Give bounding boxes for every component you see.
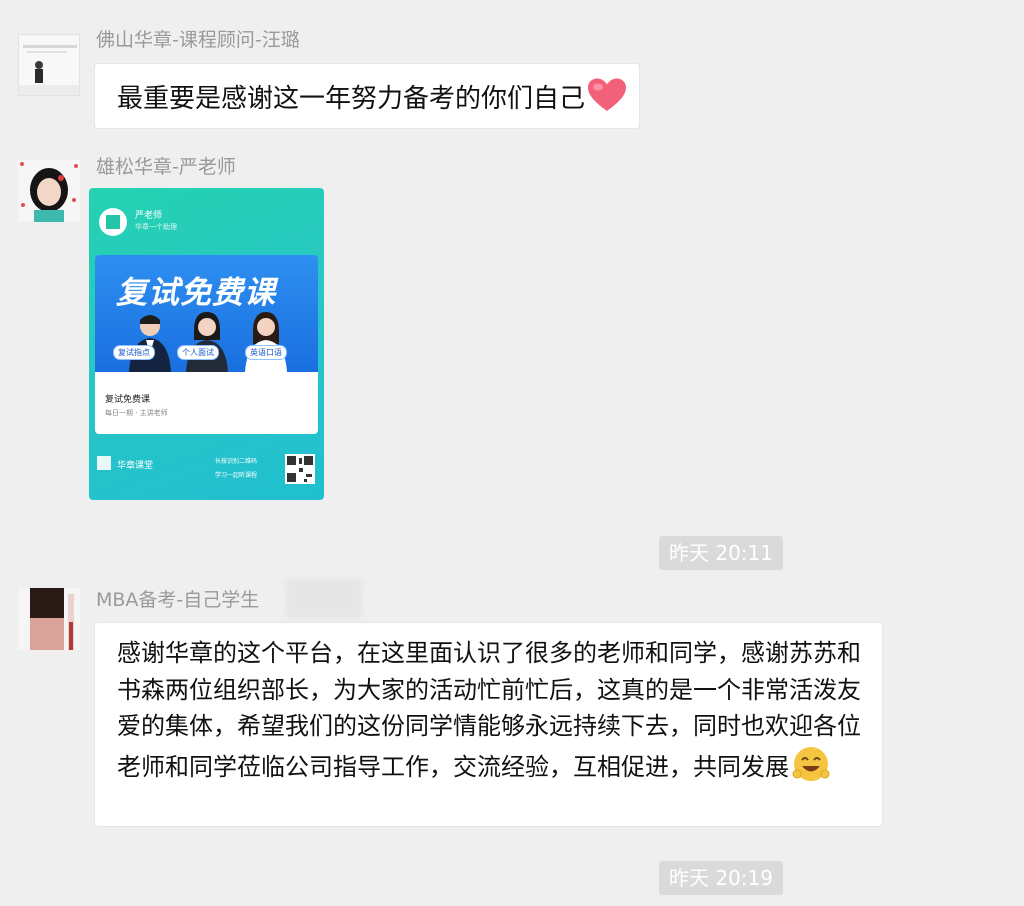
sender-name: MBA备考-自己学生 — [96, 589, 260, 611]
happy-face-icon — [791, 745, 831, 794]
avatar[interactable] — [18, 588, 80, 650]
teacher-photo — [245, 312, 287, 372]
card-tag: 英语口语 — [245, 345, 287, 360]
card-brand-name: 华章课堂 — [117, 461, 154, 471]
brand-mark-icon — [97, 456, 111, 470]
qr-code-icon — [285, 454, 315, 484]
message-bubble[interactable]: 最重要是感谢这一年努力备考的你们自己 — [94, 63, 640, 129]
card-info-panel: 复试免费课 每日一期 · 主讲老师 — [95, 372, 318, 434]
timestamp: 昨天 20:11 — [659, 536, 783, 570]
redacted-area — [286, 578, 362, 618]
brand-logo-icon — [99, 208, 127, 236]
card-info-subtitle: 每日一期 · 主讲老师 — [105, 409, 168, 417]
teacher-photo — [186, 312, 228, 372]
avatar[interactable] — [18, 160, 80, 222]
card-title: 复试免费课 — [116, 275, 276, 311]
promo-card[interactable]: 严老师 华章一个助理 复试免费课 复试指点 个人面试 英语口语 复试免费课 每日… — [89, 188, 324, 500]
teacher-photo — [129, 315, 171, 372]
avatar[interactable] — [18, 34, 80, 96]
card-tag: 复试指点 — [113, 345, 155, 360]
card-scan-hint: 长按识别二维码 — [215, 458, 258, 465]
card-teacher-name: 严老师 — [135, 211, 163, 221]
heart-icon — [587, 78, 627, 122]
message-text: 感谢华章的这个平台，在这里面认识了很多的老师和同学，感谢苏苏和书森两位组织部长，… — [117, 639, 861, 781]
card-tag: 个人面试 — [177, 345, 219, 360]
message-bubble[interactable]: 感谢华章的这个平台，在这里面认识了很多的老师和同学，感谢苏苏和书森两位组织部长，… — [94, 622, 883, 827]
card-banner: 复试免费课 复试指点 个人面试 英语口语 — [95, 255, 318, 372]
timestamp: 昨天 20:19 — [659, 861, 783, 895]
card-scan-hint: 学习一起听课程 — [215, 472, 258, 479]
message-text: 最重要是感谢这一年努力备考的你们自己 — [117, 84, 586, 114]
card-teacher-subtitle: 华章一个助理 — [135, 223, 177, 231]
card-info-title: 复试免费课 — [105, 395, 151, 405]
sender-name: 佛山华章-课程顾问-汪璐 — [96, 29, 300, 51]
sender-name: 雄松华章-严老师 — [96, 156, 236, 178]
